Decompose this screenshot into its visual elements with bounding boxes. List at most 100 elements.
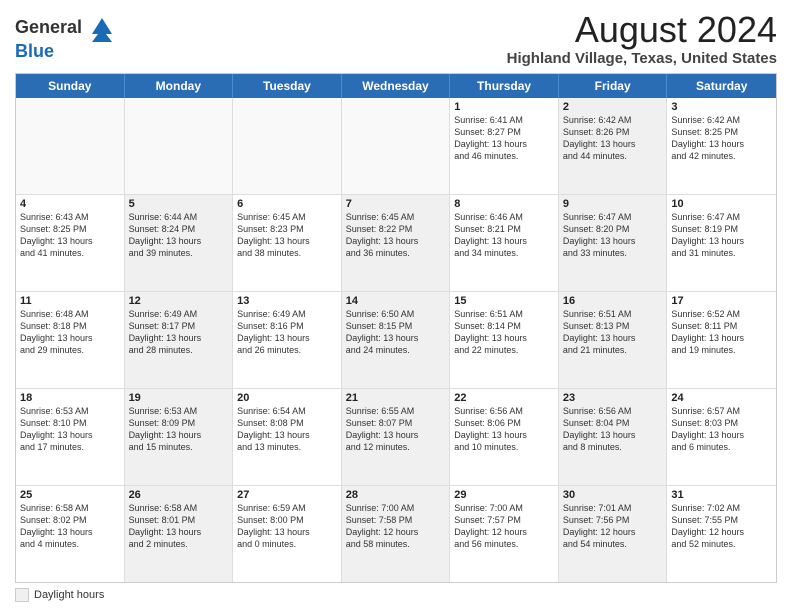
page: General Blue August 2024 Highland Villag… xyxy=(0,0,792,612)
day-number: 16 xyxy=(563,295,663,307)
cal-cell: 9Sunrise: 6:47 AMSunset: 8:20 PMDaylight… xyxy=(559,195,668,291)
cal-header-friday: Friday xyxy=(559,74,668,98)
day-info: Sunrise: 6:48 AMSunset: 8:18 PMDaylight:… xyxy=(20,308,120,357)
cal-cell: 6Sunrise: 6:45 AMSunset: 8:23 PMDaylight… xyxy=(233,195,342,291)
cal-cell: 29Sunrise: 7:00 AMSunset: 7:57 PMDayligh… xyxy=(450,486,559,582)
day-number: 23 xyxy=(563,392,663,404)
calendar-header: SundayMondayTuesdayWednesdayThursdayFrid… xyxy=(16,74,776,98)
cal-header-saturday: Saturday xyxy=(667,74,776,98)
day-info: Sunrise: 6:42 AMSunset: 8:26 PMDaylight:… xyxy=(563,114,663,163)
day-number: 22 xyxy=(454,392,554,404)
day-info: Sunrise: 6:51 AMSunset: 8:14 PMDaylight:… xyxy=(454,308,554,357)
cal-cell: 5Sunrise: 6:44 AMSunset: 8:24 PMDaylight… xyxy=(125,195,234,291)
day-info: Sunrise: 6:41 AMSunset: 8:27 PMDaylight:… xyxy=(454,114,554,163)
cal-cell: 23Sunrise: 6:56 AMSunset: 8:04 PMDayligh… xyxy=(559,389,668,485)
day-info: Sunrise: 6:51 AMSunset: 8:13 PMDaylight:… xyxy=(563,308,663,357)
day-info: Sunrise: 6:53 AMSunset: 8:09 PMDaylight:… xyxy=(129,405,229,454)
main-title: August 2024 xyxy=(507,10,777,50)
daylight-box-icon xyxy=(15,588,29,602)
cal-cell xyxy=(233,98,342,194)
day-info: Sunrise: 6:42 AMSunset: 8:25 PMDaylight:… xyxy=(671,114,772,163)
cal-cell: 13Sunrise: 6:49 AMSunset: 8:16 PMDayligh… xyxy=(233,292,342,388)
day-number: 26 xyxy=(129,489,229,501)
cal-cell: 14Sunrise: 6:50 AMSunset: 8:15 PMDayligh… xyxy=(342,292,451,388)
day-number: 17 xyxy=(671,295,772,307)
cal-header-tuesday: Tuesday xyxy=(233,74,342,98)
cal-cell xyxy=(125,98,234,194)
subtitle: Highland Village, Texas, United States xyxy=(507,50,777,67)
cal-cell: 24Sunrise: 6:57 AMSunset: 8:03 PMDayligh… xyxy=(667,389,776,485)
cal-cell: 18Sunrise: 6:53 AMSunset: 8:10 PMDayligh… xyxy=(16,389,125,485)
day-info: Sunrise: 6:55 AMSunset: 8:07 PMDaylight:… xyxy=(346,405,446,454)
cal-cell: 12Sunrise: 6:49 AMSunset: 8:17 PMDayligh… xyxy=(125,292,234,388)
cal-cell: 21Sunrise: 6:55 AMSunset: 8:07 PMDayligh… xyxy=(342,389,451,485)
day-info: Sunrise: 6:47 AMSunset: 8:19 PMDaylight:… xyxy=(671,211,772,260)
cal-cell xyxy=(342,98,451,194)
footer: Daylight hours xyxy=(15,588,777,602)
day-number: 9 xyxy=(563,198,663,210)
day-info: Sunrise: 6:57 AMSunset: 8:03 PMDaylight:… xyxy=(671,405,772,454)
day-info: Sunrise: 6:46 AMSunset: 8:21 PMDaylight:… xyxy=(454,211,554,260)
cal-cell: 30Sunrise: 7:01 AMSunset: 7:56 PMDayligh… xyxy=(559,486,668,582)
calendar: SundayMondayTuesdayWednesdayThursdayFrid… xyxy=(15,73,777,583)
day-number: 2 xyxy=(563,101,663,113)
cal-header-wednesday: Wednesday xyxy=(342,74,451,98)
day-info: Sunrise: 7:01 AMSunset: 7:56 PMDaylight:… xyxy=(563,502,663,551)
day-number: 27 xyxy=(237,489,337,501)
cal-cell: 27Sunrise: 6:59 AMSunset: 8:00 PMDayligh… xyxy=(233,486,342,582)
cal-cell: 3Sunrise: 6:42 AMSunset: 8:25 PMDaylight… xyxy=(667,98,776,194)
day-number: 1 xyxy=(454,101,554,113)
logo-general: General xyxy=(15,17,82,37)
day-info: Sunrise: 6:52 AMSunset: 8:11 PMDaylight:… xyxy=(671,308,772,357)
day-number: 10 xyxy=(671,198,772,210)
day-number: 6 xyxy=(237,198,337,210)
cal-cell xyxy=(16,98,125,194)
cal-week-2: 4Sunrise: 6:43 AMSunset: 8:25 PMDaylight… xyxy=(16,195,776,292)
cal-cell: 26Sunrise: 6:58 AMSunset: 8:01 PMDayligh… xyxy=(125,486,234,582)
day-info: Sunrise: 7:00 AMSunset: 7:58 PMDaylight:… xyxy=(346,502,446,551)
day-info: Sunrise: 6:53 AMSunset: 8:10 PMDaylight:… xyxy=(20,405,120,454)
cal-cell: 10Sunrise: 6:47 AMSunset: 8:19 PMDayligh… xyxy=(667,195,776,291)
day-info: Sunrise: 6:58 AMSunset: 8:02 PMDaylight:… xyxy=(20,502,120,551)
logo-blue: Blue xyxy=(15,41,54,61)
day-info: Sunrise: 6:43 AMSunset: 8:25 PMDaylight:… xyxy=(20,211,120,260)
cal-cell: 19Sunrise: 6:53 AMSunset: 8:09 PMDayligh… xyxy=(125,389,234,485)
day-info: Sunrise: 6:50 AMSunset: 8:15 PMDaylight:… xyxy=(346,308,446,357)
cal-cell: 8Sunrise: 6:46 AMSunset: 8:21 PMDaylight… xyxy=(450,195,559,291)
day-number: 25 xyxy=(20,489,120,501)
day-number: 3 xyxy=(671,101,772,113)
day-info: Sunrise: 6:56 AMSunset: 8:06 PMDaylight:… xyxy=(454,405,554,454)
logo-icon xyxy=(88,14,116,42)
cal-cell: 28Sunrise: 7:00 AMSunset: 7:58 PMDayligh… xyxy=(342,486,451,582)
day-number: 28 xyxy=(346,489,446,501)
day-number: 24 xyxy=(671,392,772,404)
day-number: 15 xyxy=(454,295,554,307)
day-number: 18 xyxy=(20,392,120,404)
day-number: 5 xyxy=(129,198,229,210)
cal-cell: 15Sunrise: 6:51 AMSunset: 8:14 PMDayligh… xyxy=(450,292,559,388)
day-info: Sunrise: 7:00 AMSunset: 7:57 PMDaylight:… xyxy=(454,502,554,551)
cal-cell: 2Sunrise: 6:42 AMSunset: 8:26 PMDaylight… xyxy=(559,98,668,194)
day-number: 7 xyxy=(346,198,446,210)
day-number: 8 xyxy=(454,198,554,210)
cal-cell: 11Sunrise: 6:48 AMSunset: 8:18 PMDayligh… xyxy=(16,292,125,388)
day-info: Sunrise: 6:49 AMSunset: 8:16 PMDaylight:… xyxy=(237,308,337,357)
day-number: 4 xyxy=(20,198,120,210)
day-number: 31 xyxy=(671,489,772,501)
cal-cell: 4Sunrise: 6:43 AMSunset: 8:25 PMDaylight… xyxy=(16,195,125,291)
cal-week-3: 11Sunrise: 6:48 AMSunset: 8:18 PMDayligh… xyxy=(16,292,776,389)
day-number: 21 xyxy=(346,392,446,404)
day-number: 12 xyxy=(129,295,229,307)
cal-cell: 17Sunrise: 6:52 AMSunset: 8:11 PMDayligh… xyxy=(667,292,776,388)
day-info: Sunrise: 6:59 AMSunset: 8:00 PMDaylight:… xyxy=(237,502,337,551)
day-number: 14 xyxy=(346,295,446,307)
day-info: Sunrise: 6:58 AMSunset: 8:01 PMDaylight:… xyxy=(129,502,229,551)
cal-cell: 22Sunrise: 6:56 AMSunset: 8:06 PMDayligh… xyxy=(450,389,559,485)
day-number: 11 xyxy=(20,295,120,307)
day-info: Sunrise: 6:56 AMSunset: 8:04 PMDaylight:… xyxy=(563,405,663,454)
cal-cell: 25Sunrise: 6:58 AMSunset: 8:02 PMDayligh… xyxy=(16,486,125,582)
day-info: Sunrise: 6:44 AMSunset: 8:24 PMDaylight:… xyxy=(129,211,229,260)
cal-week-1: 1Sunrise: 6:41 AMSunset: 8:27 PMDaylight… xyxy=(16,98,776,195)
cal-cell: 31Sunrise: 7:02 AMSunset: 7:55 PMDayligh… xyxy=(667,486,776,582)
day-number: 20 xyxy=(237,392,337,404)
